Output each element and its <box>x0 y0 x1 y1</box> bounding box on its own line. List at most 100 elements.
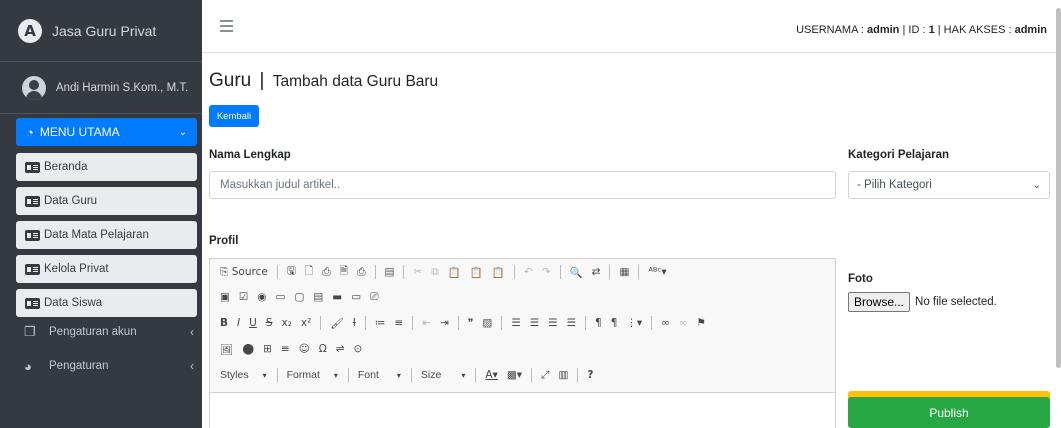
save-icon[interactable]: 🖫 <box>287 263 296 281</box>
hidden-field-icon[interactable]: ⎚ <box>370 291 378 304</box>
flash-icon[interactable]: ⬤ <box>242 343 254 355</box>
new-page-icon[interactable]: 🗋 <box>305 263 313 281</box>
italic-icon[interactable]: I <box>237 317 240 329</box>
hamburger-menu-icon[interactable] <box>220 20 233 32</box>
sidebar-item-data-mata-pelajaran[interactable]: Data Mata Pelajaran <box>16 221 197 249</box>
foto-file-input[interactable]: Browse... No file selected. <box>848 292 997 312</box>
copy-format-icon[interactable]: 🖌 <box>330 317 343 330</box>
horizontal-line-icon[interactable]: ≡ <box>281 343 290 355</box>
align-left-icon[interactable]: ☰ <box>511 317 520 329</box>
rtl-icon[interactable]: ¶ <box>611 317 618 329</box>
replace-icon[interactable]: ⇄ <box>592 266 601 278</box>
user-name: Andi Harmin S.Kom., M.T. <box>56 81 189 94</box>
styles-dropdown[interactable]: Styles ▾ <box>220 369 277 381</box>
maximize-icon[interactable]: ⤢ <box>541 369 549 382</box>
sidebar-item-pengaturan[interactable]: ◕ Pengaturan ‹ <box>24 352 194 380</box>
textarea-icon[interactable]: ▢ <box>294 291 304 303</box>
font-dropdown[interactable]: Font ▾ <box>358 369 411 381</box>
spellcheck-icon[interactable]: ᴬᴮᶜ▾ <box>648 266 666 278</box>
anchor-icon[interactable]: ⚑ <box>697 317 706 329</box>
select-all-icon[interactable]: ▦ <box>619 266 629 278</box>
align-right-icon[interactable]: ☰ <box>548 317 557 329</box>
show-blocks-icon[interactable]: ▥ <box>558 369 568 381</box>
paste-icon[interactable]: 📋 <box>448 266 461 279</box>
bg-color-icon[interactable]: ▩▾ <box>507 369 522 381</box>
templates-icon[interactable]: ▤ <box>385 266 395 278</box>
sidebar-item-beranda[interactable]: Beranda <box>16 153 197 181</box>
align-center-icon[interactable]: ☰ <box>530 317 539 329</box>
superscript-icon[interactable]: x² <box>301 317 311 329</box>
id-value: 1 <box>928 24 935 36</box>
user-panel[interactable]: Andi Harmin S.Kom., M.T. <box>0 62 202 114</box>
div-container-icon[interactable]: ▨ <box>482 317 492 329</box>
subscript-icon[interactable]: x₂ <box>281 317 291 329</box>
brand-link[interactable]: A Jasa Guru Privat <box>0 0 202 62</box>
sidebar-item-kelola-privat[interactable]: Kelola Privat <box>16 255 197 283</box>
copy-icon: ❐ <box>24 324 36 339</box>
scrollbar[interactable] <box>1056 8 1061 368</box>
menu-utama-toggle[interactable]: ◔ MENU UTAMA ⌄ <box>16 118 197 146</box>
image-button-icon[interactable]: ▭ <box>351 291 361 303</box>
sidebar-item-data-siswa[interactable]: Data Siswa <box>16 289 197 317</box>
editor-content-area[interactable] <box>210 392 835 428</box>
bulleted-list-icon[interactable]: ≡ <box>394 317 403 329</box>
bold-icon[interactable]: B <box>220 317 228 329</box>
outdent-icon[interactable]: ⇤ <box>422 317 431 329</box>
source-button[interactable]: ⎘ Source <box>220 266 268 279</box>
chevron-down-icon: ⌄ <box>178 126 187 138</box>
text-color-icon[interactable]: A▾ <box>485 369 497 381</box>
ltr-icon[interactable]: ¶ <box>595 317 602 329</box>
username-label: USERNAMA : <box>796 24 864 36</box>
title-separator: | <box>259 70 265 91</box>
select-field-icon[interactable]: ▤ <box>313 291 323 303</box>
sidebar-item-label: Data Mata Pelajaran <box>44 229 149 241</box>
iframe-icon[interactable]: ⊙ <box>354 343 363 355</box>
button-field-icon[interactable]: ▬ <box>332 291 342 303</box>
print-icon[interactable]: ⎙ <box>357 266 365 279</box>
browse-button[interactable]: Browse... <box>848 292 911 312</box>
find-icon[interactable]: 🔍 <box>570 266 583 279</box>
cut-icon[interactable]: ✂ <box>413 266 422 278</box>
paste-word-icon[interactable]: 📋 <box>492 266 505 279</box>
page-break-icon[interactable]: ⇌ <box>336 343 345 355</box>
underline-icon[interactable]: U <box>249 317 257 329</box>
strikethrough-icon[interactable]: S <box>266 317 273 329</box>
help-icon[interactable]: ? <box>587 369 593 381</box>
remove-format-icon[interactable]: Ɨ <box>353 317 356 329</box>
textfield-icon[interactable]: ▭ <box>276 291 286 303</box>
export-pdf-icon[interactable]: ⎙ <box>322 266 330 279</box>
sidebar-item-label: Data Siswa <box>44 297 103 309</box>
kategori-select[interactable]: - Pilih Kategori ⌄ <box>848 171 1050 199</box>
nama-lengkap-input[interactable]: Masukkan judul artikel.. <box>209 171 836 199</box>
checkbox-icon[interactable]: ☑ <box>239 291 248 303</box>
blockquote-icon[interactable]: ❞ <box>468 317 474 329</box>
link-icon[interactable]: ∞ <box>661 317 670 329</box>
special-char-icon[interactable]: Ω <box>319 343 327 355</box>
paste-text-icon[interactable]: 📋 <box>470 266 483 279</box>
radio-icon[interactable]: ◉ <box>257 291 266 303</box>
format-dropdown[interactable]: Format ▾ <box>287 369 348 381</box>
size-dropdown[interactable]: Size ▾ <box>421 369 475 381</box>
justify-icon[interactable]: ☰ <box>567 317 576 329</box>
page-title: Guru | Tambah data Guru Baru <box>209 70 438 92</box>
sidebar-item-data-guru[interactable]: Data Guru <box>16 187 197 215</box>
redo-icon[interactable]: ↷ <box>542 266 551 278</box>
image-icon[interactable]: 🖼 <box>220 343 233 356</box>
copy-icon[interactable]: ⧉ <box>431 266 439 279</box>
indent-icon[interactable]: ⇥ <box>440 317 449 329</box>
hak-akses-value: admin <box>1014 24 1047 36</box>
numbered-list-icon[interactable]: ≔ <box>375 317 386 329</box>
form-icon[interactable]: ▣ <box>220 291 230 303</box>
undo-icon[interactable]: ↶ <box>524 266 533 278</box>
unlink-icon[interactable]: ∞ <box>679 317 688 329</box>
foto-label: Foto <box>848 273 873 285</box>
source-label: Source <box>231 265 268 278</box>
publish-button[interactable]: Publish <box>848 397 1050 428</box>
smiley-icon[interactable]: ☺ <box>299 343 310 355</box>
language-icon[interactable]: ⋮▾ <box>626 317 642 329</box>
back-button[interactable]: Kembali <box>209 105 259 127</box>
preview-icon[interactable]: 🗎 <box>340 263 348 281</box>
sidebar-item-pengaturan-akun[interactable]: ❐ Pengaturan akun ‹ <box>24 318 194 346</box>
styles-label: Styles <box>220 369 249 381</box>
table-icon[interactable]: ⊞ <box>263 343 272 355</box>
